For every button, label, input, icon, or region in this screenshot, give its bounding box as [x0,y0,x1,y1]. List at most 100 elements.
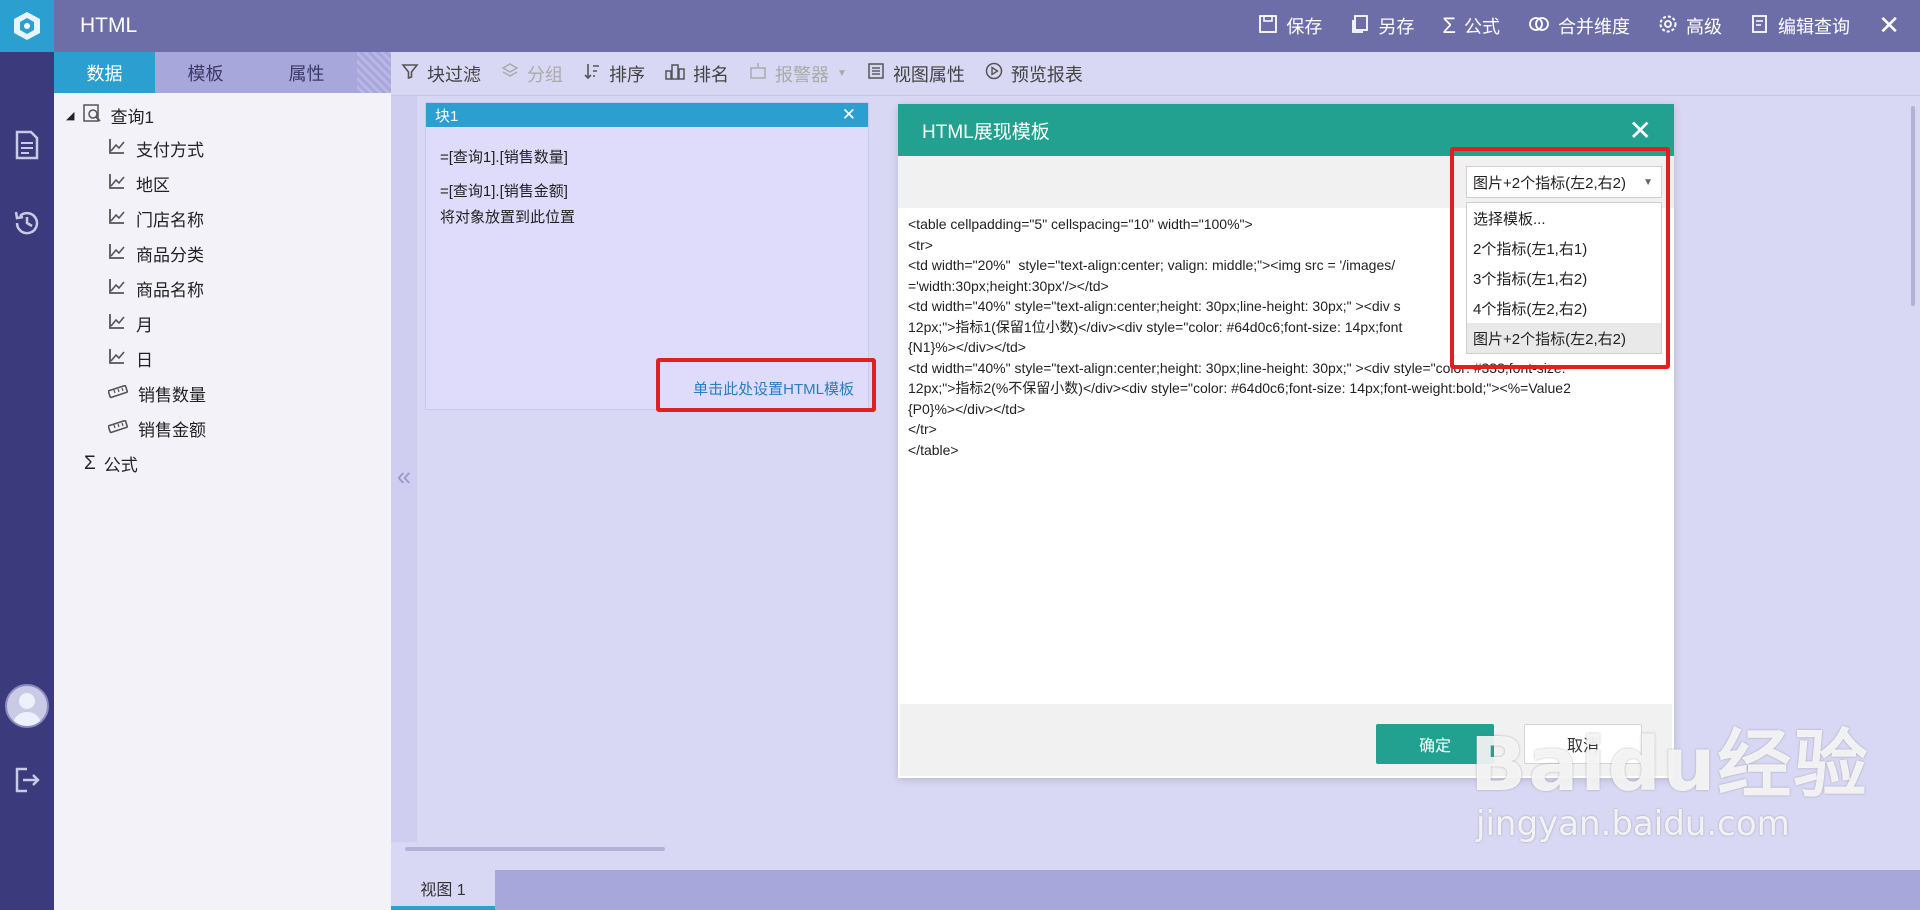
template-dropdown: 选择模板... 2个指标(左1,右1) 3个指标(左1,右2) 4个指标(左2,右2)… [1466,202,1662,354]
tree-item[interactable]: 门店名称 [54,201,391,236]
view-properties-button[interactable]: 视图属性 [867,61,965,87]
top-bar: HTML 保存 另存 Σ 公式 合并维度 高级 编辑查询 ✕ [54,0,1920,52]
formula-label: 公式 [1464,17,1500,37]
save-as-button[interactable]: 另存 [1350,13,1414,39]
vertical-scrollbar-thumb[interactable] [1911,106,1915,306]
query-icon [82,103,102,128]
tree-item-label: 支付方式 [136,141,204,160]
rank-label: 排名 [693,64,729,85]
dropdown-option[interactable]: 4个指标(左2,右2) [1467,293,1661,323]
merge-icon [1528,14,1550,39]
measure-icon [107,384,129,404]
advanced-label: 高级 [1686,17,1722,37]
dropdown-option[interactable]: 3个指标(左1,右2) [1467,263,1661,293]
tab-data[interactable]: 数据 [54,52,155,93]
tree-item[interactable]: 日 [54,341,391,376]
save-as-label: 另存 [1378,17,1415,37]
app-logo-icon[interactable] [0,0,54,52]
tree-formula-label: 公式 [103,456,138,475]
tab-view-1[interactable]: 视图 1 [391,870,495,910]
group-button[interactable]: 分组 [501,61,563,87]
dimension-icon [108,277,126,300]
html-template-dialog: HTML展现模板 ✕ 图片+2个指标(左2,右2) ▼ 选择模板... 2个指标(… [898,104,1674,778]
logout-icon[interactable] [12,765,42,795]
tree-item-label: 月 [136,316,153,335]
advanced-button[interactable]: 高级 [1658,13,1722,39]
preview-report-button[interactable]: 预览报表 [985,61,1083,87]
avatar[interactable] [5,684,49,728]
tree-item-label: 地区 [136,176,170,195]
alarm-label: 报警器 [775,64,829,85]
rank-button[interactable]: 排名 [665,61,729,87]
save-as-icon [1350,14,1370,39]
block-title: 块1 [435,107,459,125]
tree-item[interactable]: 商品名称 [54,271,391,306]
edit-query-icon [1750,14,1770,39]
tree-root-label: 查询1 [110,107,154,127]
close-icon[interactable]: ✕ [842,105,856,125]
edit-query-button[interactable]: 编辑查询 [1750,13,1850,39]
save-icon [1258,14,1278,39]
tree-item[interactable]: 月 [54,306,391,341]
rank-icon [665,62,685,85]
tree-item-label: 商品分类 [136,246,204,265]
dropdown-option[interactable]: 图片+2个指标(左2,右2) [1467,323,1661,353]
dimension-icon [108,312,126,335]
tree-item[interactable]: 商品分类 [54,236,391,271]
tree-item-label: 门店名称 [136,211,204,230]
block-header: 块1 ✕ [426,103,868,127]
horizontal-scrollbar-thumb[interactable] [405,847,665,851]
dimension-icon [108,347,126,370]
sort-button[interactable]: 排序 [583,61,645,87]
field-tree: ◢ 查询1 支付方式地区门店名称商品分类商品名称月日销售数量 销售金额 Σ 公式 [54,93,391,481]
highlight-box-link [656,358,876,412]
alarm-icon [749,62,767,85]
tree-item[interactable]: 地区 [54,166,391,201]
alarm-button[interactable]: 报警器 ▼ [749,61,847,87]
merge-dimension-button[interactable]: 合并维度 [1528,13,1630,39]
gear-icon [1658,14,1678,39]
horizontal-scrollbar[interactable] [391,842,1906,856]
tree-item[interactable]: 销售金额 [54,411,391,446]
sort-icon [583,62,601,85]
close-icon[interactable]: ✕ [1878,12,1900,38]
save-button[interactable]: 保存 [1258,13,1322,39]
filter-icon [401,62,419,85]
sort-label: 排序 [609,64,645,85]
view-properties-label: 视图属性 [892,64,965,85]
sigma-icon: Σ [84,452,96,474]
collapse-panel-button[interactable]: « [391,96,417,856]
code-line: 12px;">指标2(%不保留小数)</div><div style="colo… [908,380,1571,396]
tab-template[interactable]: 模板 [155,52,256,93]
dropdown-option[interactable]: 2个指标(左1,右1) [1467,233,1661,263]
group-label: 分组 [527,64,563,85]
watermark-logo: Baidu经验 jingyan.baidu.com [1470,705,1869,844]
tab-properties[interactable]: 属性 [256,52,357,93]
close-icon[interactable]: ✕ [1629,114,1652,147]
dimension-icon [108,242,126,265]
history-icon[interactable] [12,208,42,238]
tree-root-query[interactable]: ◢ 查询1 [54,99,391,131]
measure-icon [107,419,129,439]
save-label: 保存 [1286,17,1323,37]
tree-item[interactable]: 销售数量 [54,376,391,411]
sigma-icon: Σ [1442,13,1456,38]
view-toolbar: 块过滤 分组 排序 排名 报警器 ▼ 视图属性 预览报表 [391,52,1920,96]
formula-button[interactable]: Σ 公式 [1442,13,1500,39]
chevron-down-icon[interactable]: ▼ [837,68,847,79]
collapse-triangle-icon[interactable]: ◢ [66,109,74,122]
block-filter-button[interactable]: 块过滤 [401,61,481,87]
dimension-icon [108,137,126,160]
tree-item[interactable]: 支付方式 [54,131,391,166]
properties-icon [867,62,885,85]
dropdown-option[interactable]: 选择模板... [1467,203,1661,233]
dimension-icon [108,207,126,230]
left-rail [0,0,54,910]
document-icon[interactable] [12,130,42,160]
tree-item-label: 商品名称 [136,281,204,300]
tree-formula[interactable]: Σ 公式 [54,446,391,481]
panel-tabs: 数据 模板 属性 [54,52,391,93]
app-title: HTML [80,14,138,37]
vertical-scrollbar[interactable] [1906,96,1920,856]
tabs-grip [357,52,391,93]
